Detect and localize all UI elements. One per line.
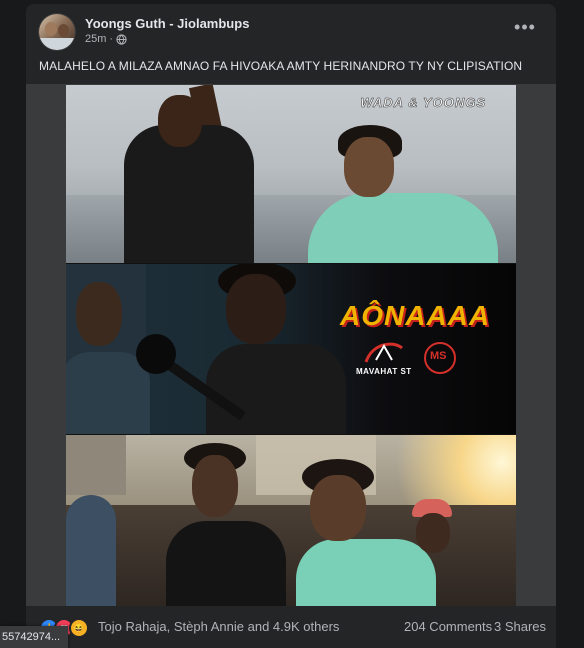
artist-figure <box>124 125 254 263</box>
poster-panel-bottom <box>66 435 516 606</box>
album-title: AÔNAAAA <box>340 300 491 331</box>
author-name[interactable]: Yoongs Guth - Jiolambups <box>85 16 249 31</box>
artist-head <box>192 455 238 517</box>
artist-head <box>226 274 286 344</box>
avatar-face <box>58 24 69 37</box>
avatar-face <box>45 22 57 36</box>
haha-icon: 😆 <box>69 618 89 638</box>
more-options-icon[interactable]: ••• <box>513 18 537 38</box>
ms-logo-text: MS <box>430 350 447 362</box>
ms-logo-icon: MS <box>424 342 456 374</box>
artists-title: WADA & YOONGS <box>360 95 486 111</box>
post-card: Yoongs Guth - Jiolambups 25m · ••• MALAH… <box>26 4 556 648</box>
crowd-person-head <box>416 513 450 553</box>
artist-head <box>344 137 394 197</box>
url-tooltip: 55742974... <box>0 626 68 648</box>
artist-body <box>206 344 346 434</box>
building <box>66 435 126 495</box>
artist-head <box>158 95 202 147</box>
author-avatar[interactable] <box>39 14 75 50</box>
artist-figure <box>308 193 498 263</box>
artist-head <box>76 282 122 346</box>
meta-separator: · <box>109 33 114 45</box>
artist-figure <box>166 521 286 606</box>
post-media[interactable]: WADA & YOONGS AÔNAAAA MAVAHAT ST MS <box>26 84 556 606</box>
poster-panel-middle: AÔNAAAA MAVAHAT ST MS <box>66 264 516 434</box>
comments-count[interactable]: 204 Comments <box>404 619 492 634</box>
shares-count[interactable]: 3 Shares <box>494 619 546 634</box>
label-logo-icon <box>364 342 403 363</box>
post-caption: MALAHELO A MILAZA AMNAO FA HIVOAKA AMTY … <box>39 59 523 73</box>
label-logo-text: MAVAHAT ST <box>356 367 412 376</box>
globe-icon[interactable] <box>116 33 127 45</box>
crowd <box>66 505 516 606</box>
poster-panel-top: WADA & YOONGS <box>66 85 516 263</box>
avatar-shirt <box>39 38 75 50</box>
artist-body <box>66 352 150 434</box>
artist-figure <box>296 539 436 606</box>
artist-head <box>310 475 366 541</box>
crowd-person <box>66 495 116 606</box>
post-time[interactable]: 25m <box>85 33 106 45</box>
post-meta: 25m · <box>85 33 127 45</box>
poster-image[interactable]: WADA & YOONGS AÔNAAAA MAVAHAT ST MS <box>66 85 516 606</box>
reaction-summary[interactable]: Tojo Rahaja, Stèph Annie and 4.9K others <box>98 619 339 634</box>
microphone-icon <box>136 334 176 374</box>
